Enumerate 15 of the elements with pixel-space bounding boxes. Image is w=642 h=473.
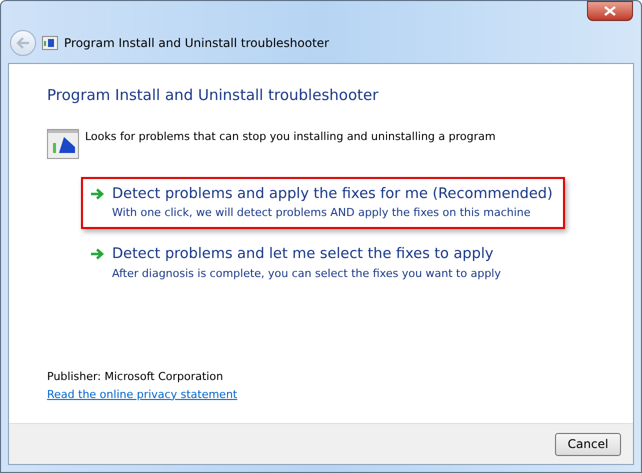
close-button[interactable] [587, 1, 633, 21]
program-window-icon [42, 36, 58, 50]
description-text: Looks for problems that can stop you installing and uninstalling a program [85, 128, 496, 144]
close-icon [604, 6, 616, 16]
back-arrow-icon [16, 37, 30, 49]
arrow-icon [90, 248, 104, 260]
program-window-icon [47, 128, 79, 158]
publisher-text: Publisher: Microsoft Corporation [47, 369, 224, 385]
cancel-button[interactable]: Cancel [555, 432, 621, 456]
privacy-link[interactable]: Read the online privacy statement [47, 386, 238, 403]
option-link[interactable]: Detect problems and apply the fixes for me (Recommended) With one click, we will detect problems AND apply the fixes on this machine [81, 176, 565, 229]
page-heading: Program Install and Uninstall troubleshooter [47, 85, 380, 106]
window-title: Program Install and Uninstall troubleshooter [64, 35, 330, 52]
arrow-icon [90, 188, 104, 200]
option-link[interactable]: Detect problems and let me select the fixes to apply After diagnosis is complete, you can select the fixes you want to apply [81, 236, 513, 289]
